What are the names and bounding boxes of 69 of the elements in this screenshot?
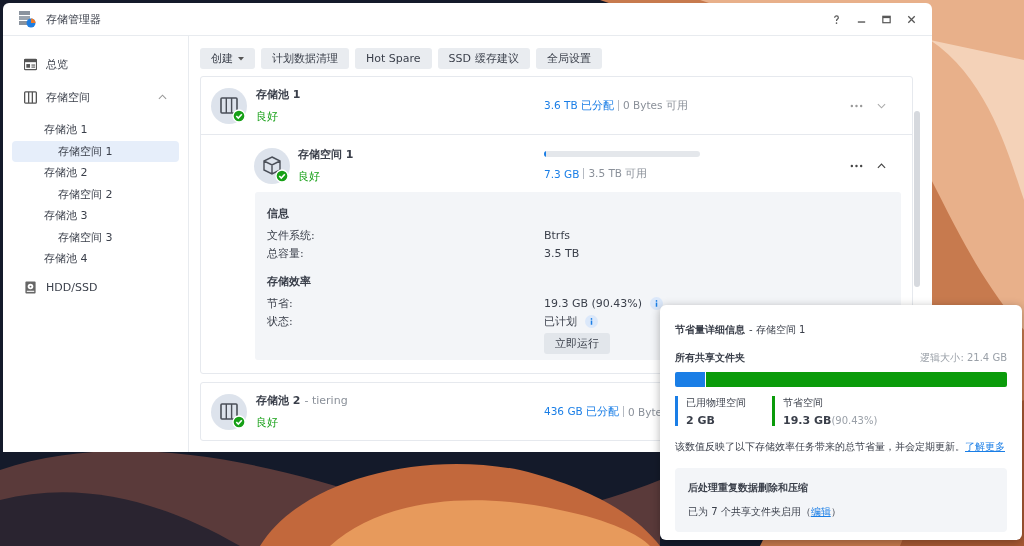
- field-label: 总容量:: [267, 245, 305, 261]
- sidebar-item[interactable]: 存储池 4: [12, 248, 179, 270]
- toolbar-button[interactable]: 创建: [200, 48, 255, 69]
- field-label: 状态:: [267, 313, 294, 329]
- pool-status: 良好: [256, 415, 279, 430]
- available-size: 0 Bytes 可用: [623, 98, 688, 113]
- dashboard-icon: [24, 57, 37, 71]
- field-label: 文件系统:: [267, 227, 316, 243]
- field-value: 已计划: [544, 313, 577, 329]
- sidebar-item[interactable]: 存储空间 3: [12, 227, 179, 248]
- chevron-icon[interactable]: [877, 162, 886, 169]
- field-label: 节省:: [267, 295, 294, 311]
- box-title: 后处理重复数据删除和压缩: [688, 481, 809, 495]
- used-size: 7.3 GB: [544, 167, 580, 180]
- hard-drive-icon: [24, 280, 37, 294]
- logical-size: 逻辑大小: 21.4 GB: [920, 351, 1007, 365]
- field-value: Btrfs: [544, 228, 570, 242]
- sidebar-item[interactable]: 存储池 2: [12, 162, 179, 184]
- sidebar-item[interactable]: 存储池 3: [12, 205, 179, 227]
- app-icon: [18, 10, 36, 28]
- pool-type: - tiering: [304, 394, 348, 407]
- pool-name: 存储池 1: [256, 88, 301, 101]
- section-title: 所有共享文件夹: [675, 351, 745, 365]
- edit-link[interactable]: 编辑: [810, 506, 831, 517]
- legend-value: 19.3 GB: [783, 414, 832, 427]
- help-icon[interactable]: [831, 13, 842, 25]
- popup-title: 节省量详细信息: [675, 324, 745, 335]
- sidebar-item[interactable]: 存储空间 1: [12, 141, 179, 162]
- toolbar-button[interactable]: 计划数据清理: [261, 48, 349, 69]
- legend-percent: (90.43%): [831, 415, 878, 426]
- field-value: 3.5 TB: [544, 246, 580, 260]
- popup-subtitle: - 存储空间 1: [749, 324, 806, 335]
- legend-label: 节省空间: [783, 396, 824, 410]
- more-icon[interactable]: [850, 163, 863, 168]
- toolbar-button[interactable]: SSD 缓存建议: [437, 48, 530, 69]
- scrollbar[interactable]: [914, 111, 920, 287]
- sidebar-item[interactable]: 存储空间 2: [12, 184, 179, 205]
- toolbar-button[interactable]: Hot Spare: [355, 48, 432, 69]
- volume-icon: [254, 147, 290, 184]
- box-text: 已为 7 个共享文件夹启用（编辑）: [688, 505, 842, 519]
- available-size: 0 Byte: [628, 405, 663, 418]
- volume-status: 良好: [298, 169, 321, 184]
- toolbar-button[interactable]: 全局设置: [535, 48, 602, 69]
- sidebar-item[interactable]: HDD/SSD: [12, 276, 179, 298]
- legend-value: 2 GB: [686, 414, 715, 427]
- info-icon[interactable]: [585, 314, 598, 328]
- run-now-button[interactable]: 立即运行: [544, 332, 610, 354]
- allocated-size: 436 GB 已分配: [544, 404, 620, 419]
- sidebar-item[interactable]: 存储空间: [12, 86, 179, 108]
- legend-label: 已用物理空间: [686, 396, 746, 410]
- pool-icon: [211, 87, 247, 124]
- pool-name: 存储池 2: [256, 394, 301, 407]
- volume-name: 存储空间 1: [298, 147, 355, 162]
- sidebar-item[interactable]: 存储池 1: [12, 119, 179, 141]
- close-icon[interactable]: [906, 13, 917, 25]
- pool-status: 良好: [256, 109, 279, 124]
- window-title: 存储管理器: [46, 11, 101, 27]
- maximize-icon[interactable]: [881, 13, 892, 25]
- sidebar-item[interactable]: 总览: [12, 53, 179, 75]
- pool-icon: [211, 393, 247, 430]
- storage-icon: [24, 90, 37, 104]
- info-icon[interactable]: [650, 296, 664, 310]
- allocated-size: 3.6 TB 已分配: [544, 98, 614, 113]
- note-text: 该数值反映了以下存储效率任务带来的总节省量，并会定期更新。了解更多: [675, 441, 1006, 454]
- available-size: 3.5 TB 可用: [588, 166, 648, 181]
- learn-more-link[interactable]: 了解更多: [965, 441, 1005, 452]
- field-value: 19.3 GB (90.43%): [544, 296, 643, 310]
- section-title: 信息: [267, 206, 290, 221]
- section-title: 存储效率: [267, 274, 312, 289]
